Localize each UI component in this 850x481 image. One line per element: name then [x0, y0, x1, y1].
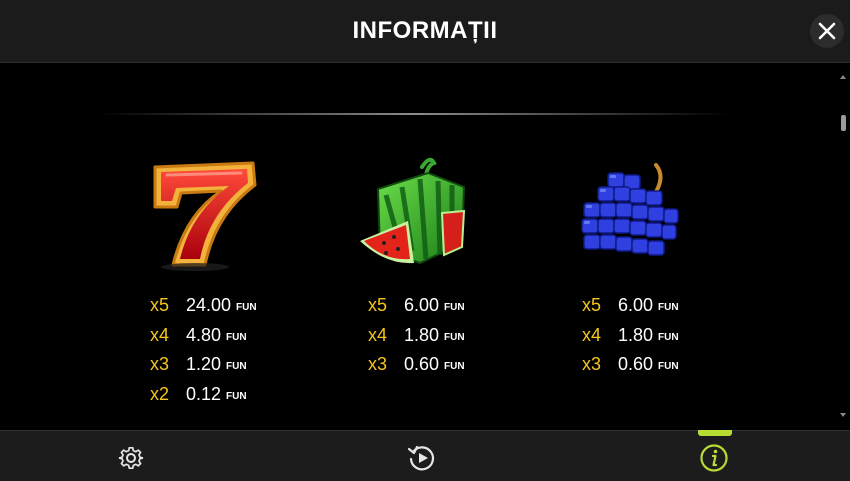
gear-icon	[118, 446, 144, 470]
close-button[interactable]	[810, 14, 844, 48]
multiplier: x5	[582, 295, 602, 316]
close-icon	[818, 22, 836, 40]
multiplier: x5	[368, 295, 388, 316]
grapes-symbol-icon	[581, 163, 679, 256]
scrollbar[interactable]	[836, 63, 850, 430]
pay-row: x3 0.60 FUN	[368, 350, 465, 380]
active-tab-indicator	[698, 430, 732, 436]
header-bar: INFORMAȚII	[0, 0, 850, 63]
paytable-content: x5 24.00 FUN x4 4.80 FUN x3 1.20 FUN x2 …	[0, 63, 850, 430]
pay-row: x3 0.60 FUN	[582, 350, 679, 380]
payout-amount: 0.12	[186, 383, 222, 404]
currency-label: FUN	[444, 331, 465, 343]
currency-label: FUN	[658, 302, 679, 314]
currency-label: FUN	[658, 331, 679, 343]
currency-label: FUN	[444, 302, 465, 314]
multiplier: x4	[150, 324, 170, 345]
multiplier: x4	[582, 324, 602, 345]
multiplier: x3	[582, 354, 602, 375]
payout-amount: 4.80	[186, 324, 222, 345]
paytable-grapes: x5 6.00 FUN x4 1.80 FUN x3 0.60 FUN	[582, 291, 679, 380]
pay-row: x4 1.80 FUN	[582, 321, 679, 351]
pay-row: x5 6.00 FUN	[368, 291, 465, 321]
section-divider	[100, 113, 730, 115]
payout-amount: 6.00	[404, 295, 440, 316]
multiplier: x5	[150, 295, 170, 316]
scroll-down-arrow-icon[interactable]	[840, 413, 846, 417]
payout-amount: 6.00	[618, 295, 654, 316]
paytable-watermelon: x5 6.00 FUN x4 1.80 FUN x3 0.60 FUN	[368, 291, 465, 380]
settings-button[interactable]	[101, 437, 161, 479]
pay-row: x4 1.80 FUN	[368, 321, 465, 351]
multiplier: x3	[368, 354, 388, 375]
currency-label: FUN	[658, 361, 679, 373]
payout-amount: 0.60	[404, 354, 440, 375]
footer-bar	[0, 430, 850, 481]
currency-label: FUN	[226, 361, 247, 373]
replay-button[interactable]	[392, 437, 452, 479]
currency-label: FUN	[236, 302, 257, 314]
pay-row: x2 0.12 FUN	[150, 380, 257, 410]
currency-label: FUN	[226, 390, 247, 402]
watermelon-symbol-icon	[360, 157, 466, 265]
page-title: INFORMAȚII	[352, 17, 498, 44]
pay-row: x4 4.80 FUN	[150, 321, 257, 351]
info-icon	[700, 444, 728, 472]
payout-amount: 1.20	[186, 354, 222, 375]
payout-amount: 24.00	[186, 295, 232, 316]
multiplier: x2	[150, 383, 170, 404]
pay-row: x5 24.00 FUN	[150, 291, 257, 321]
currency-label: FUN	[226, 331, 247, 343]
payout-amount: 0.60	[618, 354, 654, 375]
scroll-thumb[interactable]	[841, 115, 846, 131]
payout-amount: 1.80	[618, 324, 654, 345]
payout-amount: 1.80	[404, 324, 440, 345]
multiplier: x3	[150, 354, 170, 375]
pay-row: x5 6.00 FUN	[582, 291, 679, 321]
pay-row: x3 1.20 FUN	[150, 350, 257, 380]
scroll-up-arrow-icon[interactable]	[840, 75, 846, 79]
info-button[interactable]	[684, 437, 744, 479]
seven-symbol-icon	[153, 161, 257, 271]
currency-label: FUN	[444, 361, 465, 373]
multiplier: x4	[368, 324, 388, 345]
replay-icon	[407, 445, 435, 471]
paytable-seven: x5 24.00 FUN x4 4.80 FUN x3 1.20 FUN x2 …	[150, 291, 257, 409]
